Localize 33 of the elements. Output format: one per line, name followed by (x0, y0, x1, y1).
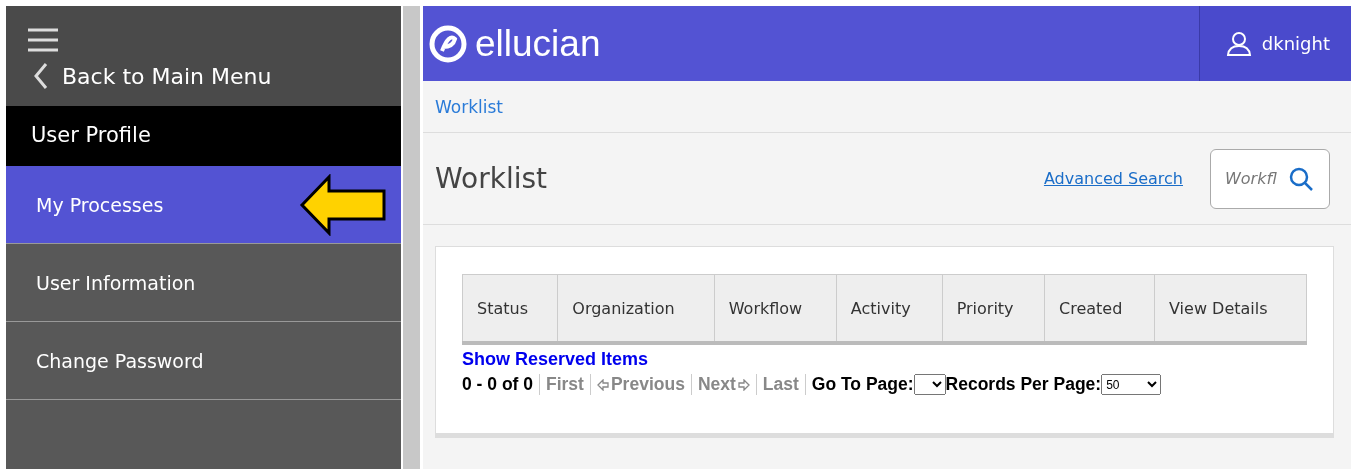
sidebar-item[interactable]: User Information (6, 244, 401, 322)
logo-text: ellucian (475, 22, 601, 65)
user-icon (1225, 30, 1252, 57)
menu-icon[interactable] (28, 28, 58, 52)
column-header[interactable]: Organization (557, 274, 715, 343)
column-header[interactable]: Created (1044, 274, 1155, 343)
arrow-left-icon (596, 378, 609, 391)
sidebar-item[interactable]: My Processes (6, 166, 401, 244)
go-to-page-label: Go To Page: (804, 374, 914, 395)
page-title: Worklist (435, 162, 549, 195)
records-per-page-label: Records Per Page: (945, 374, 1102, 395)
chevron-left-icon (34, 62, 48, 90)
logo-icon (429, 24, 467, 63)
records-per-page-select[interactable]: 50 (1101, 374, 1162, 395)
search-icon[interactable] (1288, 165, 1314, 192)
sidebar-item[interactable]: Change Password (6, 322, 401, 400)
column-header[interactable]: Activity (836, 274, 943, 343)
arrow-right-icon (737, 378, 750, 391)
breadcrumb-link[interactable]: Worklist (435, 96, 504, 117)
scrollbar[interactable] (403, 6, 420, 469)
column-header[interactable]: Priority (942, 274, 1045, 343)
page-select[interactable] (913, 374, 946, 395)
column-header[interactable]: Workflow (714, 274, 837, 343)
show-reserved-link[interactable]: Show Reserved Items (462, 349, 649, 370)
user-menu[interactable]: dknight (1198, 6, 1351, 81)
column-header[interactable]: View Details (1154, 274, 1307, 343)
section-heading: User Profile (6, 106, 401, 166)
search-field[interactable]: Workfl (1210, 148, 1330, 209)
arrow-icon (299, 173, 386, 236)
back-link[interactable]: Back to Main Menu (6, 52, 401, 106)
advanced-search-link[interactable]: Advanced Search (1043, 169, 1183, 188)
column-header[interactable]: Status (462, 274, 558, 343)
record-count: 0 - 0 of 0 (462, 374, 534, 395)
